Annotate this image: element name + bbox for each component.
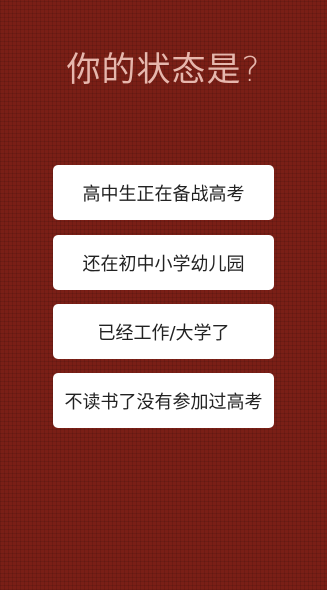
option-working-or-university-button[interactable]: 已经工作/大学了 bbox=[53, 304, 274, 359]
option-middle-primary-kindergarten-button[interactable]: 还在初中小学幼儿园 bbox=[53, 235, 274, 290]
question-title: 你的状态是? bbox=[66, 50, 261, 90]
option-not-studying-no-exam-button[interactable]: 不读书了没有参加过高考 bbox=[53, 373, 274, 428]
option-high-school-student-button[interactable]: 高中生正在备战高考 bbox=[53, 165, 274, 220]
quiz-screen: 你的状态是? 高中生正在备战高考 还在初中小学幼儿园 已经工作/大学了 不读书了… bbox=[0, 0, 327, 590]
